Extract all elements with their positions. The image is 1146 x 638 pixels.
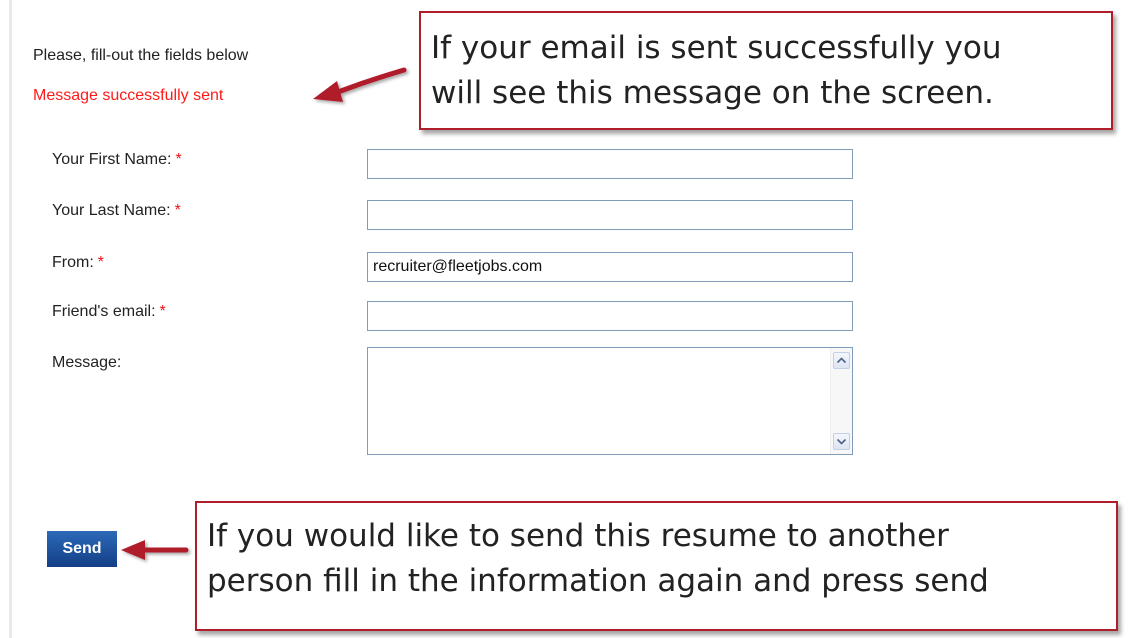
required-marker: * bbox=[97, 254, 105, 271]
annotation-callout-top: If your email is sent successfully you w… bbox=[419, 11, 1113, 130]
friend-email-label: Friend's email: * bbox=[52, 303, 166, 321]
scroll-down-icon[interactable] bbox=[833, 433, 850, 450]
last-name-input[interactable] bbox=[367, 200, 853, 230]
last-name-label: Your Last Name: * bbox=[52, 202, 181, 220]
message-textarea[interactable] bbox=[368, 348, 830, 454]
from-label: From: * bbox=[52, 254, 104, 272]
annotation-callout-bottom: If you would like to send this resume to… bbox=[195, 501, 1118, 631]
message-scrollbar[interactable] bbox=[830, 348, 852, 454]
friend-email-label-text: Friend's email: bbox=[52, 303, 156, 320]
scroll-up-icon[interactable] bbox=[833, 352, 850, 369]
annotation-top-line-1: If your email is sent successfully you bbox=[431, 30, 1002, 66]
form-intro-text: Please, fill-out the fields below bbox=[33, 47, 249, 64]
message-textarea-container bbox=[367, 347, 853, 455]
required-marker: * bbox=[174, 202, 181, 219]
pointer-arrow-icon bbox=[121, 540, 189, 560]
message-label: Message: bbox=[52, 354, 121, 372]
annotation-bottom-line-2: person fill in the information again and… bbox=[207, 563, 989, 599]
status-message: Message successfully sent bbox=[33, 87, 224, 104]
message-label-text: Message: bbox=[52, 354, 122, 371]
first-name-label-text: Your First Name: bbox=[52, 151, 172, 168]
first-name-input[interactable] bbox=[367, 149, 853, 179]
send-button[interactable]: Send bbox=[47, 531, 117, 567]
last-name-label-text: Your Last Name: bbox=[52, 202, 171, 219]
first-name-label: Your First Name: * bbox=[52, 151, 182, 169]
required-marker: * bbox=[159, 303, 166, 320]
from-email-input[interactable] bbox=[367, 252, 853, 282]
annotation-top-line-2: will see this message on the screen. bbox=[431, 75, 994, 111]
friend-email-input[interactable] bbox=[367, 301, 853, 331]
annotation-bottom-line-1: If you would like to send this resume to… bbox=[207, 518, 949, 554]
required-marker: * bbox=[175, 151, 182, 168]
from-label-text: From: bbox=[52, 254, 94, 271]
pointer-arrow-icon bbox=[313, 67, 407, 102]
page-left-border bbox=[9, 0, 12, 638]
